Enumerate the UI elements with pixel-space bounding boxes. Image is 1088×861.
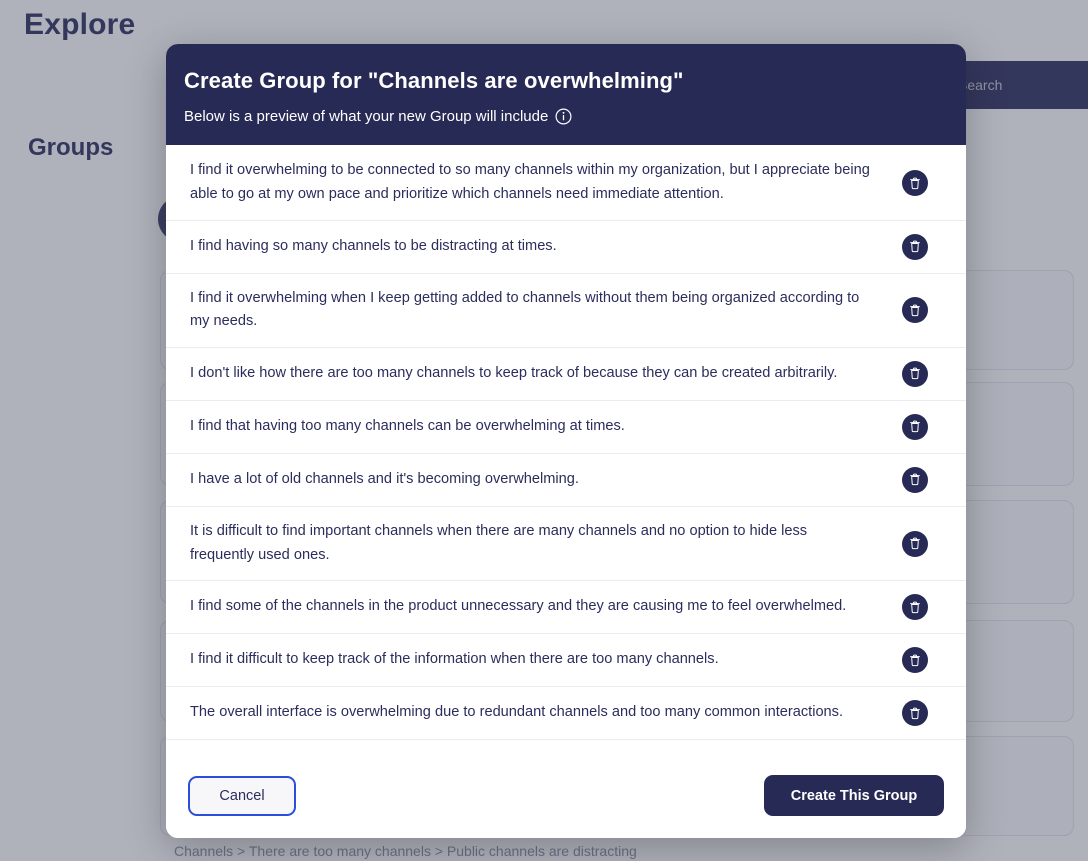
delete-quote-button[interactable] [902, 530, 928, 557]
quote-row: It is difficult to find important channe… [166, 507, 966, 582]
cancel-button[interactable]: Cancel [188, 775, 296, 816]
quote-row: I find it difficult to keep track of the… [166, 634, 966, 688]
trash-icon [909, 177, 921, 190]
quote-text: I find having so many channels to be dis… [190, 237, 557, 254]
quote-text: I don't like how there are too many chan… [190, 365, 838, 382]
trash-icon [909, 707, 921, 720]
delete-quote-button[interactable] [902, 297, 928, 324]
quote-text: I find it overwhelming when I keep getti… [190, 289, 860, 330]
quote-row: I find having so many channels to be dis… [166, 221, 966, 274]
modal-title: Create Group for "Channels are overwhelm… [184, 68, 684, 93]
delete-quote-button[interactable] [902, 594, 928, 621]
create-this-group-button[interactable]: Create This Group [764, 775, 944, 816]
quote-row: I find it overwhelming to be connected t… [166, 145, 966, 221]
trash-icon [909, 367, 921, 380]
delete-quote-button[interactable] [902, 233, 928, 260]
quote-text: I find some of the channels in the produ… [190, 598, 847, 615]
quote-row: I find some of the channels in the produ… [166, 581, 966, 635]
quote-text: The overall interface is overwhelming du… [190, 704, 844, 721]
quote-text: I find that having too many channels can… [190, 418, 625, 435]
quote-row: I have a lot of old channels and it's be… [166, 454, 966, 507]
trash-icon [909, 473, 921, 486]
quote-row: I find it overwhelming when I keep getti… [166, 274, 966, 348]
quote-row: I don't like how there are too many chan… [166, 348, 966, 401]
trash-icon [909, 537, 921, 550]
modal-footer: Cancel Create This Group [166, 757, 966, 838]
trash-icon [909, 654, 921, 667]
delete-quote-button[interactable] [902, 700, 928, 727]
quote-text: I find it difficult to keep track of the… [190, 651, 719, 668]
delete-quote-button[interactable] [902, 170, 928, 197]
quote-row: I find that having too many channels can… [166, 401, 966, 454]
delete-quote-button[interactable] [902, 413, 928, 440]
modal-subtitle-row: Below is a preview of what your new Grou… [184, 108, 948, 125]
trash-icon [909, 304, 921, 317]
trash-icon [909, 601, 921, 614]
quote-text: I have a lot of old channels and it's be… [190, 471, 579, 488]
quote-row: The overall interface is overwhelming du… [166, 687, 966, 741]
create-group-modal: Create Group for "Channels are overwhelm… [166, 44, 966, 838]
trash-icon [909, 420, 921, 433]
delete-quote-button[interactable] [902, 360, 928, 387]
modal-header: Create Group for "Channels are overwhelm… [166, 44, 966, 146]
quote-text: I find it overwhelming to be connected t… [190, 162, 870, 203]
info-circle-icon[interactable] [555, 108, 572, 125]
quote-list[interactable]: I find it overwhelming to be connected t… [166, 145, 966, 757]
delete-quote-button[interactable] [902, 466, 928, 493]
trash-icon [909, 240, 921, 253]
delete-quote-button[interactable] [902, 647, 928, 674]
quote-text: It is difficult to find important channe… [190, 522, 808, 563]
modal-subtitle: Below is a preview of what your new Grou… [184, 108, 549, 126]
